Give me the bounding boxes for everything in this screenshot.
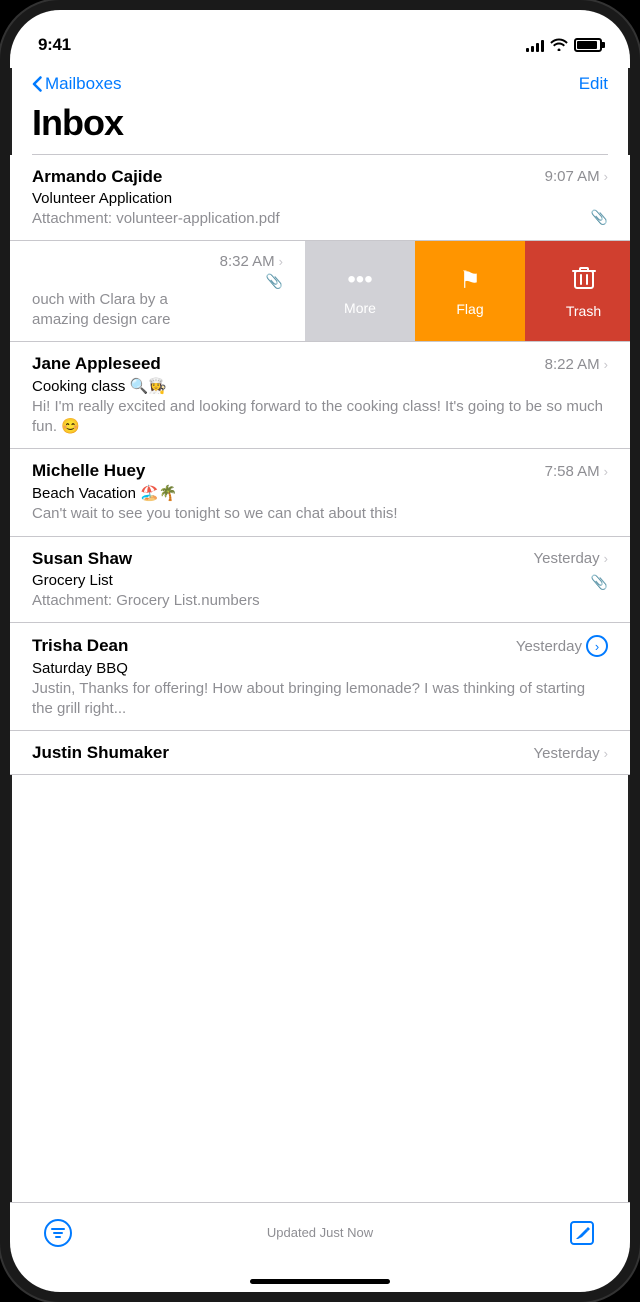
table-row[interactable]: Armando Cajide 9:07 AM › Volunteer Appli… — [10, 155, 630, 242]
email-subject: Volunteer Application — [32, 190, 608, 207]
flag-icon: ⚑ — [459, 266, 481, 295]
update-status: Updated Just Now — [267, 1215, 373, 1240]
email-preview: Attachment: Grocery List.numbers — [32, 591, 260, 611]
home-indicator — [250, 1279, 390, 1284]
email-preview: Can't wait to see you tonight so we can … — [32, 504, 608, 524]
table-row[interactable]: Justin Shumaker Yesterday › — [10, 731, 630, 775]
table-row[interactable]: Susan Shaw Yesterday › Grocery List Atta… — [10, 537, 630, 624]
flag-action-button[interactable]: ⚑ Flag — [415, 241, 525, 341]
swipe-actions: ••• More ⚑ Flag — [305, 241, 630, 341]
trash-action-button[interactable]: Trash — [525, 241, 630, 341]
signal-icon — [526, 38, 544, 52]
more-action-button[interactable]: ••• More — [305, 241, 415, 341]
status-time: 9:41 — [38, 35, 71, 55]
email-time: Yesterday › — [533, 745, 608, 762]
inbox-header: Inbox — [10, 98, 630, 154]
email-time: Yesterday › — [533, 550, 608, 567]
email-time: 8:22 AM › — [545, 356, 608, 373]
table-row[interactable]: Michelle Huey 7:58 AM › Beach Vacation 🏖… — [10, 449, 630, 537]
back-label: Mailboxes — [45, 74, 122, 94]
more-label: More — [344, 300, 376, 316]
trash-icon — [572, 264, 596, 297]
status-icons — [526, 37, 602, 54]
email-time: Yesterday › — [516, 635, 608, 657]
attachment-icon: 📎 — [266, 273, 283, 290]
table-row[interactable]: 8:32 AM › 📎 ouch with Clara by aamazing … — [10, 241, 630, 342]
email-list: Armando Cajide 9:07 AM › Volunteer Appli… — [10, 155, 630, 776]
nav-bar: Mailboxes Edit — [10, 68, 630, 98]
thread-indicator: › — [586, 635, 608, 657]
swiped-email-content: 8:32 AM › 📎 ouch with Clara by aamazing … — [10, 241, 305, 341]
phone-frame: 9:41 Mai — [0, 0, 640, 1302]
chevron-right-icon: › — [279, 254, 283, 269]
chevron-right-icon: › — [604, 464, 608, 479]
flag-label: Flag — [456, 301, 483, 317]
status-bar: 9:41 — [10, 10, 630, 68]
email-preview: Hi! I'm really excited and looking forwa… — [32, 397, 608, 436]
wifi-icon — [550, 37, 568, 54]
compose-button[interactable] — [564, 1215, 600, 1251]
email-subject: Beach Vacation 🏖️🌴 — [32, 484, 608, 502]
table-row[interactable]: Trisha Dean Yesterday › Saturday BBQ Jus… — [10, 623, 630, 731]
email-preview: Attachment: volunteer-application.pdf — [32, 209, 280, 229]
edit-button[interactable]: Edit — [579, 74, 608, 94]
attachment-icon: 📎 — [591, 209, 608, 226]
email-sender: Armando Cajide — [32, 167, 162, 187]
email-time: 9:07 AM › — [545, 168, 608, 185]
email-preview: ouch with Clara by aamazing design care — [32, 290, 283, 329]
chevron-right-icon: › — [604, 357, 608, 372]
chevron-right-icon: › — [604, 746, 608, 761]
email-time: 8:32 AM › — [220, 253, 283, 270]
email-subject: Saturday BBQ — [32, 660, 608, 677]
ellipsis-icon: ••• — [347, 266, 372, 294]
email-sender: Susan Shaw — [32, 549, 132, 569]
filter-button[interactable] — [40, 1215, 76, 1251]
back-button[interactable]: Mailboxes — [32, 74, 122, 94]
chevron-right-icon: › — [595, 639, 599, 654]
email-sender: Michelle Huey — [32, 461, 145, 481]
email-sender: Justin Shumaker — [32, 743, 169, 763]
email-sender: Trisha Dean — [32, 636, 128, 656]
chevron-right-icon: › — [604, 169, 608, 184]
attachment-icon: 📎 — [591, 574, 608, 591]
email-subject: Grocery List — [32, 572, 260, 589]
page-title: Inbox — [32, 102, 608, 144]
email-time: 7:58 AM › — [545, 463, 608, 480]
email-sender: Jane Appleseed — [32, 354, 161, 374]
chevron-right-icon: › — [604, 551, 608, 566]
email-preview: Justin, Thanks for offering! How about b… — [32, 679, 608, 718]
trash-label: Trash — [566, 303, 601, 319]
table-row[interactable]: Jane Appleseed 8:22 AM › Cooking class 🔍… — [10, 342, 630, 449]
battery-icon — [574, 38, 602, 52]
email-subject: Cooking class 🔍👩‍🍳 — [32, 377, 608, 395]
